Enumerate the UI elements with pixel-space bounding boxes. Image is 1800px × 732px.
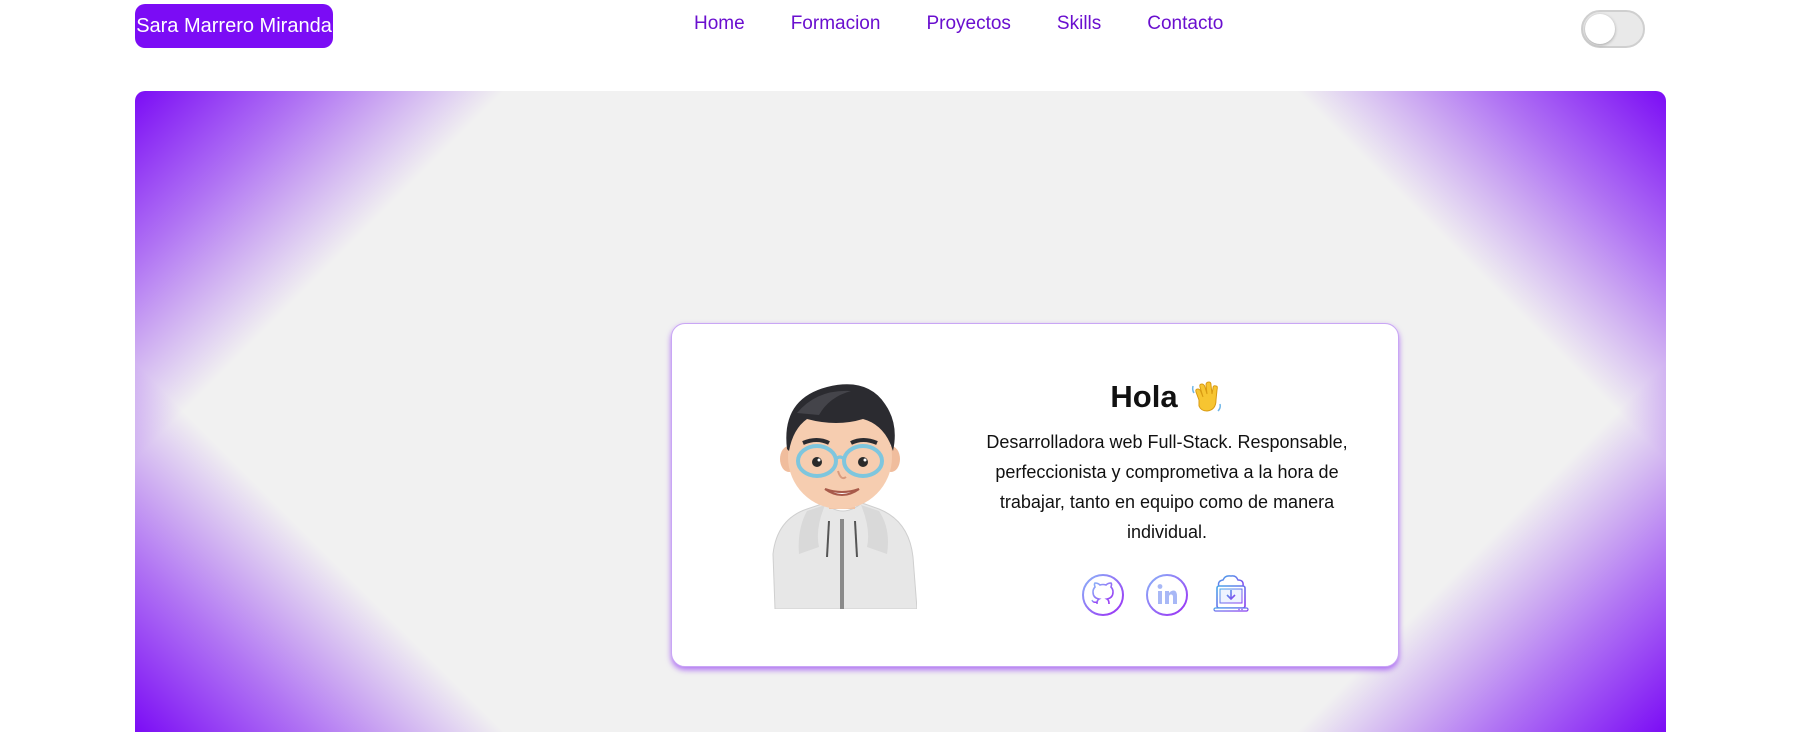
intro-description: Desarrolladora web Full-Stack. Responsab… (986, 432, 1348, 542)
cv-download-icon[interactable] (1209, 573, 1253, 617)
main-nav: Home Formacion Proyectos Skills Contacto (694, 13, 1223, 35)
social-links (972, 573, 1362, 617)
greeting-text: Hola (1110, 379, 1178, 414)
intro-text: Hola Desarrolladora web Full-Stack. Resp… (972, 379, 1362, 617)
hero-section: Hola Desarrolladora web Full-Stack. Resp… (135, 91, 1666, 732)
nav-proyectos[interactable]: Proyectos (926, 13, 1010, 35)
nav-home[interactable]: Home (694, 13, 745, 35)
nav-contacto[interactable]: Contacto (1147, 13, 1223, 35)
brand-logo-button[interactable]: Sara Marrero Miranda (135, 4, 333, 48)
theme-toggle[interactable] (1581, 10, 1645, 48)
nav-skills[interactable]: Skills (1057, 13, 1101, 35)
nav-formacion[interactable]: Formacion (791, 13, 881, 35)
toggle-knob (1585, 14, 1615, 44)
waving-hand-icon (1191, 381, 1221, 412)
intro-card: Hola Desarrolladora web Full-Stack. Resp… (671, 323, 1399, 667)
github-icon[interactable] (1081, 573, 1125, 617)
greeting-heading: Hola (972, 379, 1362, 415)
avatar (772, 384, 917, 609)
linkedin-icon[interactable] (1145, 573, 1189, 617)
